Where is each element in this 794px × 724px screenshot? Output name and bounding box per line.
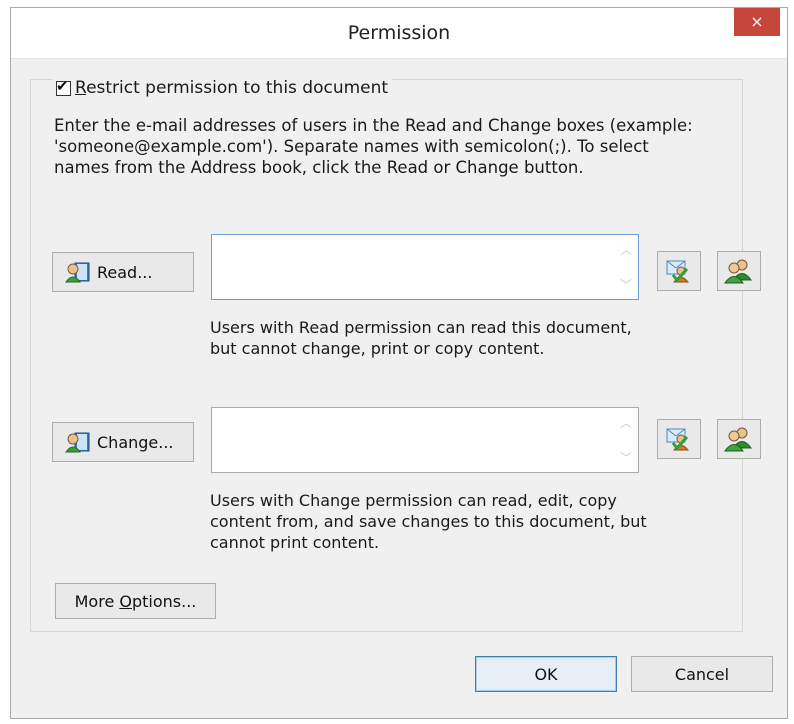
scroll-down-icon[interactable]: ﹀ [620,276,632,293]
users-icon [724,259,752,284]
read-check-names-button[interactable] [657,251,701,291]
change-permission-description: Users with Change permission can read, e… [210,491,647,552]
more-options-label: More Options... [74,591,197,611]
title-bar: Permission × [11,8,787,59]
address-book-icon [65,432,90,453]
ok-button[interactable]: OK [475,656,617,692]
read-users-field[interactable]: ︿ ﹀ [211,234,639,300]
read-button-label: Read... [97,262,153,282]
change-users-field[interactable]: ︿ ﹀ [211,407,639,473]
scroll-up-icon[interactable]: ︿ [620,241,632,258]
more-options-button[interactable]: More Options... [55,583,216,619]
dialog-title: Permission [347,22,451,44]
read-users-button[interactable] [717,251,761,291]
read-button[interactable]: Read... [52,252,194,292]
cancel-button[interactable]: Cancel [631,656,773,692]
change-check-names-button[interactable] [657,419,701,459]
restrict-checkbox-box[interactable]: ✔ [56,77,71,96]
scroll-up-icon[interactable]: ︿ [620,414,632,431]
read-permission-description: Users with Read permission can read this… [210,318,632,358]
close-button[interactable]: × [734,8,780,36]
change-button[interactable]: Change... [52,422,194,462]
instructions-text: Enter the e-mail addresses of users in t… [54,116,693,177]
change-button-label: Change... [97,432,174,452]
checkmark-icon: ✔ [56,76,69,95]
check-names-icon [666,428,690,451]
restrict-permission-checkbox[interactable]: ✔ Restrict permission to this document [52,77,393,98]
restrict-checkbox-label: Restrict permission to this document [75,78,389,98]
scroll-down-icon[interactable]: ﹀ [620,449,632,466]
users-icon [724,427,752,452]
check-names-icon [666,260,690,283]
change-users-button[interactable] [717,419,761,459]
address-book-icon [65,262,90,283]
